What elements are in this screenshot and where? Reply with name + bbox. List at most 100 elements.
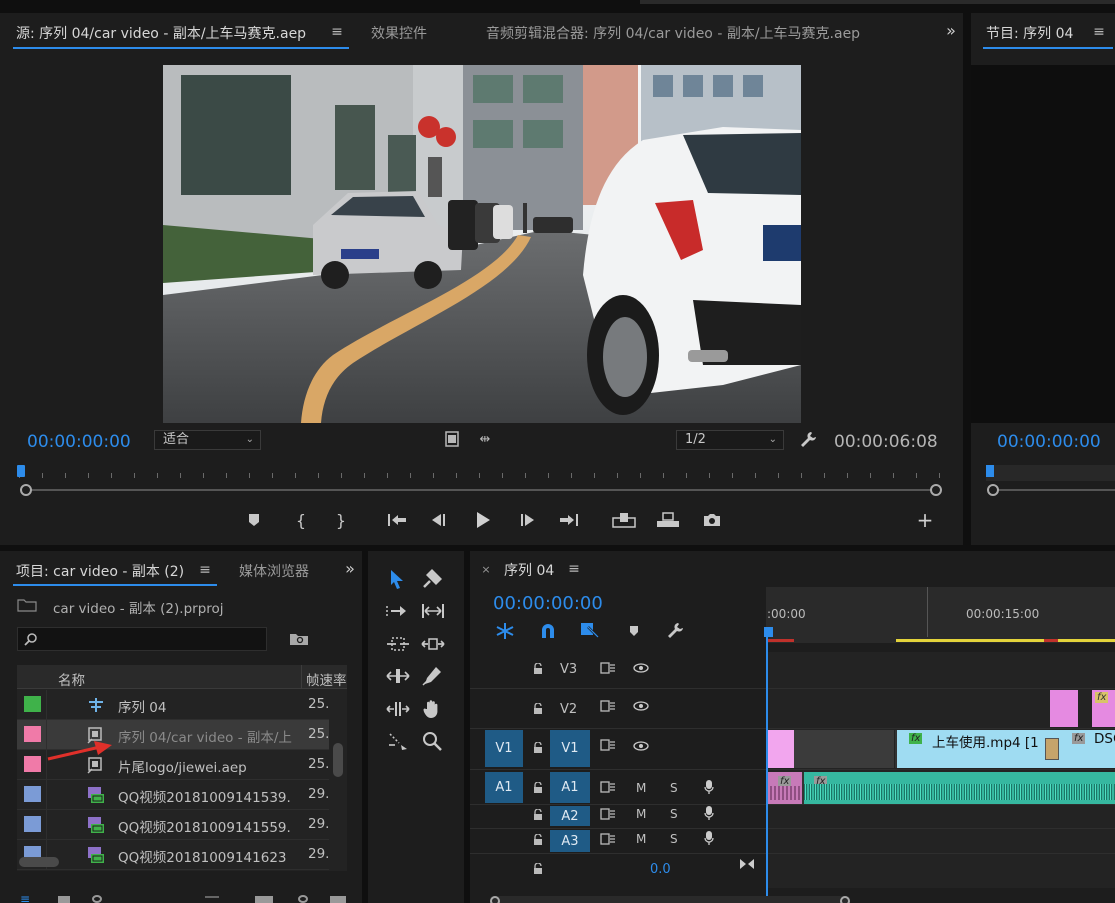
list-vertical-scrollbar[interactable] [333,743,343,777]
source-time-ruler[interactable] [19,465,941,481]
label-color-swatch[interactable] [24,816,41,832]
lock-icon[interactable] [532,781,544,795]
slip-tool-icon[interactable] [421,633,445,655]
tab-menu-icon[interactable]: ≡ [198,562,212,578]
eye-icon[interactable] [632,661,650,675]
mute-button-a3[interactable]: M [636,832,646,846]
slide-tool-icon[interactable] [386,665,410,687]
lock-icon[interactable] [532,833,544,847]
microphone-icon[interactable] [702,805,716,821]
tab-source[interactable]: 源: 序列 04/car video - 副本/上车马赛克.aep [16,23,306,43]
drag-audio-video-icon[interactable]: ⇹ [474,431,496,447]
filmstrip-icon[interactable] [444,430,460,448]
label-color-swatch[interactable] [24,756,41,772]
clip-v1-main[interactable]: fx 上车使用.mp4 [1 fx DSC [895,730,1115,768]
master-volume-value[interactable]: 0.0 [650,862,671,877]
tab-menu-icon[interactable]: ≡ [330,24,344,40]
go-to-out-icon[interactable] [558,510,580,530]
source-playhead[interactable] [17,465,25,477]
list-item[interactable]: QQ视频20181009141559. 29. [17,810,329,840]
lock-icon[interactable] [532,862,544,876]
sync-lock-icon[interactable] [600,699,616,713]
new-bin-icon[interactable] [330,896,346,903]
sync-lock-icon[interactable] [600,807,616,821]
list-item[interactable]: 序列 04 25. [17,690,329,720]
step-forward-icon[interactable] [518,510,538,530]
export-frame-icon[interactable] [702,510,722,530]
panel-overflow-icon[interactable]: » [943,21,959,40]
linked-selection-icon[interactable] [579,621,601,641]
wrench-icon[interactable] [798,429,818,449]
program-zoom-scrollbar[interactable] [987,484,1115,496]
label-color-swatch[interactable] [24,696,41,712]
step-back-icon[interactable] [428,510,448,530]
eye-icon[interactable] [632,739,650,753]
track-select-tool-icon[interactable] [386,600,408,622]
col-fps-header[interactable]: 帧速率 [306,669,347,689]
track-label-v3[interactable]: V3 [560,662,577,677]
solo-button-a3[interactable]: S [670,832,678,846]
tab-program[interactable]: 节目: 序列 04 [986,23,1073,43]
program-playhead[interactable] [986,465,994,477]
timeline-horizontal-scrollbar[interactable] [490,896,850,903]
project-search-input[interactable] [17,627,267,651]
timeline-settings-wrench-icon[interactable] [665,620,685,640]
solo-button-a2[interactable]: S [670,807,678,821]
ripple-edit-tool-icon[interactable] [421,600,445,622]
razor-tool-icon[interactable] [421,568,443,590]
tab-sequence[interactable]: 序列 04 [504,560,554,580]
sync-lock-icon[interactable] [600,832,616,846]
track-target-v1[interactable]: V1 [550,730,590,767]
mute-button-a1[interactable]: M [636,781,646,795]
rate-stretch-tool-icon[interactable] [386,698,410,720]
close-tab-icon[interactable]: × [481,563,491,576]
clip-a1-pink[interactable]: fx [766,772,802,804]
tab-effect-controls[interactable]: 效果控件 [371,23,427,43]
source-zoom-scrollbar[interactable] [20,484,942,496]
timeline-ruler[interactable]: :00:00 00:00:15:00 [766,587,1115,643]
transition-marker[interactable] [1045,738,1059,760]
find-bin-icon[interactable] [288,630,310,648]
lock-icon[interactable] [532,808,544,822]
microphone-icon[interactable] [702,779,716,795]
microphone-icon[interactable] [702,830,716,846]
tab-project[interactable]: 项目: car video - 副本 (2) [16,561,184,581]
pen-tool-icon[interactable] [421,665,443,687]
sync-lock-icon[interactable] [600,738,616,752]
add-marker-icon[interactable] [246,511,262,529]
lock-icon[interactable] [532,741,544,755]
track-target-a2[interactable]: A2 [550,806,590,826]
play-icon[interactable] [472,509,494,531]
find-icon[interactable] [298,895,308,903]
list-item[interactable]: QQ视频20181009141539. 29. [17,780,329,810]
icon-view-icon[interactable] [58,896,70,903]
resolution-select[interactable]: 1/2 ⌄ [676,430,784,450]
mute-button-a2[interactable]: M [636,807,646,821]
track-label-v2[interactable]: V2 [560,702,577,717]
sync-lock-icon[interactable] [600,661,616,675]
nest-sequence-icon[interactable] [494,621,516,641]
timeline-timecode[interactable]: 00:00:00:00 [493,593,603,614]
clip-v2-pink[interactable] [1050,690,1078,727]
label-color-swatch[interactable] [24,726,41,742]
tab-menu-icon[interactable]: ≡ [567,561,581,577]
source-timecode-in[interactable]: 00:00:00:00 [27,432,131,452]
col-name-header[interactable]: 名称 [58,669,85,689]
track-target-a1[interactable]: A1 [550,772,590,803]
tab-audio-clip-mixer[interactable]: 音频剪辑混合器: 序列 04/car video - 副本/上车马赛克.aep [486,23,860,43]
label-color-swatch[interactable] [24,786,41,802]
rolling-edit-tool-icon[interactable] [386,633,410,655]
source-patch-v1[interactable]: V1 [485,730,523,767]
clip-v1-gray[interactable] [794,730,894,768]
button-editor-plus-icon[interactable]: + [915,508,935,532]
clip-a1-audio[interactable]: fx [802,772,1115,804]
panel-overflow-icon[interactable]: » [342,559,358,578]
mark-out-icon[interactable]: } [333,510,349,530]
add-marker-icon[interactable] [626,621,642,641]
selection-tool-icon[interactable] [386,568,408,590]
solo-button-a1[interactable]: S [670,781,678,795]
tab-media-browser[interactable]: 媒体浏览器 [239,561,309,581]
lock-icon[interactable] [532,662,544,676]
source-patch-a1[interactable]: A1 [485,772,523,803]
zoom-slider-icon[interactable] [92,895,102,903]
